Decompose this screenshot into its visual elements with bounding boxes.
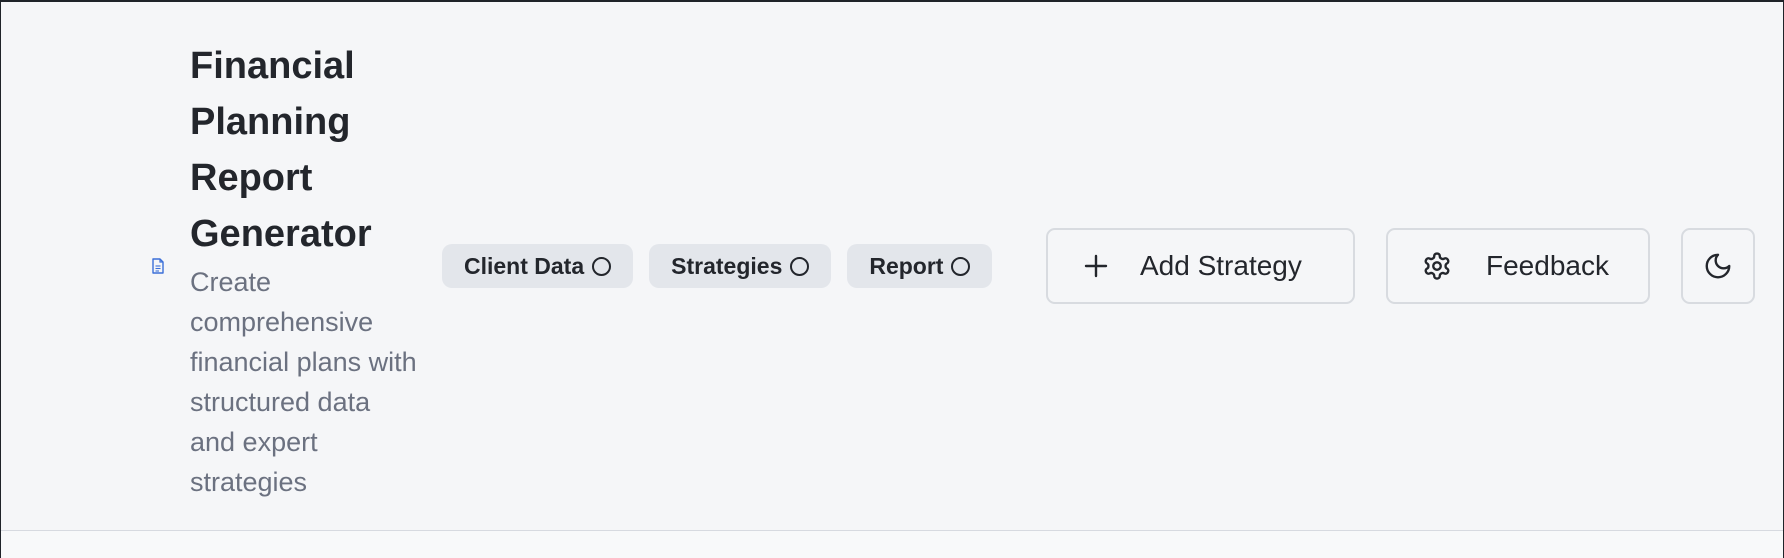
document-icon xyxy=(151,258,165,274)
step-label: Report xyxy=(869,252,944,279)
step-badge-strategies: Strategies xyxy=(649,244,832,288)
incomplete-circle-icon xyxy=(592,256,612,276)
step-label: Client Data xyxy=(464,252,585,279)
incomplete-circle-icon xyxy=(951,256,971,276)
step-label: Strategies xyxy=(671,252,783,279)
progress-steps: Client Data Strategies Report xyxy=(442,244,993,288)
add-strategy-label: Add Strategy xyxy=(1140,250,1302,281)
page-subtitle: Create comprehensive financial plans wit… xyxy=(190,267,417,497)
page-title: Financial Planning Report Generator xyxy=(190,45,372,255)
moon-icon xyxy=(1703,251,1733,281)
step-badge-client-data: Client Data xyxy=(442,244,634,288)
incomplete-circle-icon xyxy=(790,256,810,276)
title-block: Financial Planning Report Generator Crea… xyxy=(190,38,420,502)
add-strategy-button[interactable]: Add Strategy xyxy=(1046,228,1355,304)
step-badge-report: Report xyxy=(847,244,993,288)
page-header: Financial Planning Report Generator Crea… xyxy=(1,2,1783,531)
theme-toggle-button[interactable] xyxy=(1681,228,1755,304)
gear-icon xyxy=(1422,251,1452,281)
feedback-label: Feedback xyxy=(1486,250,1609,281)
feedback-button[interactable]: Feedback xyxy=(1386,228,1650,304)
app-window: Financial Planning Report Generator Crea… xyxy=(1,2,1783,558)
content-area xyxy=(1,531,1783,558)
plus-icon xyxy=(1084,254,1108,278)
